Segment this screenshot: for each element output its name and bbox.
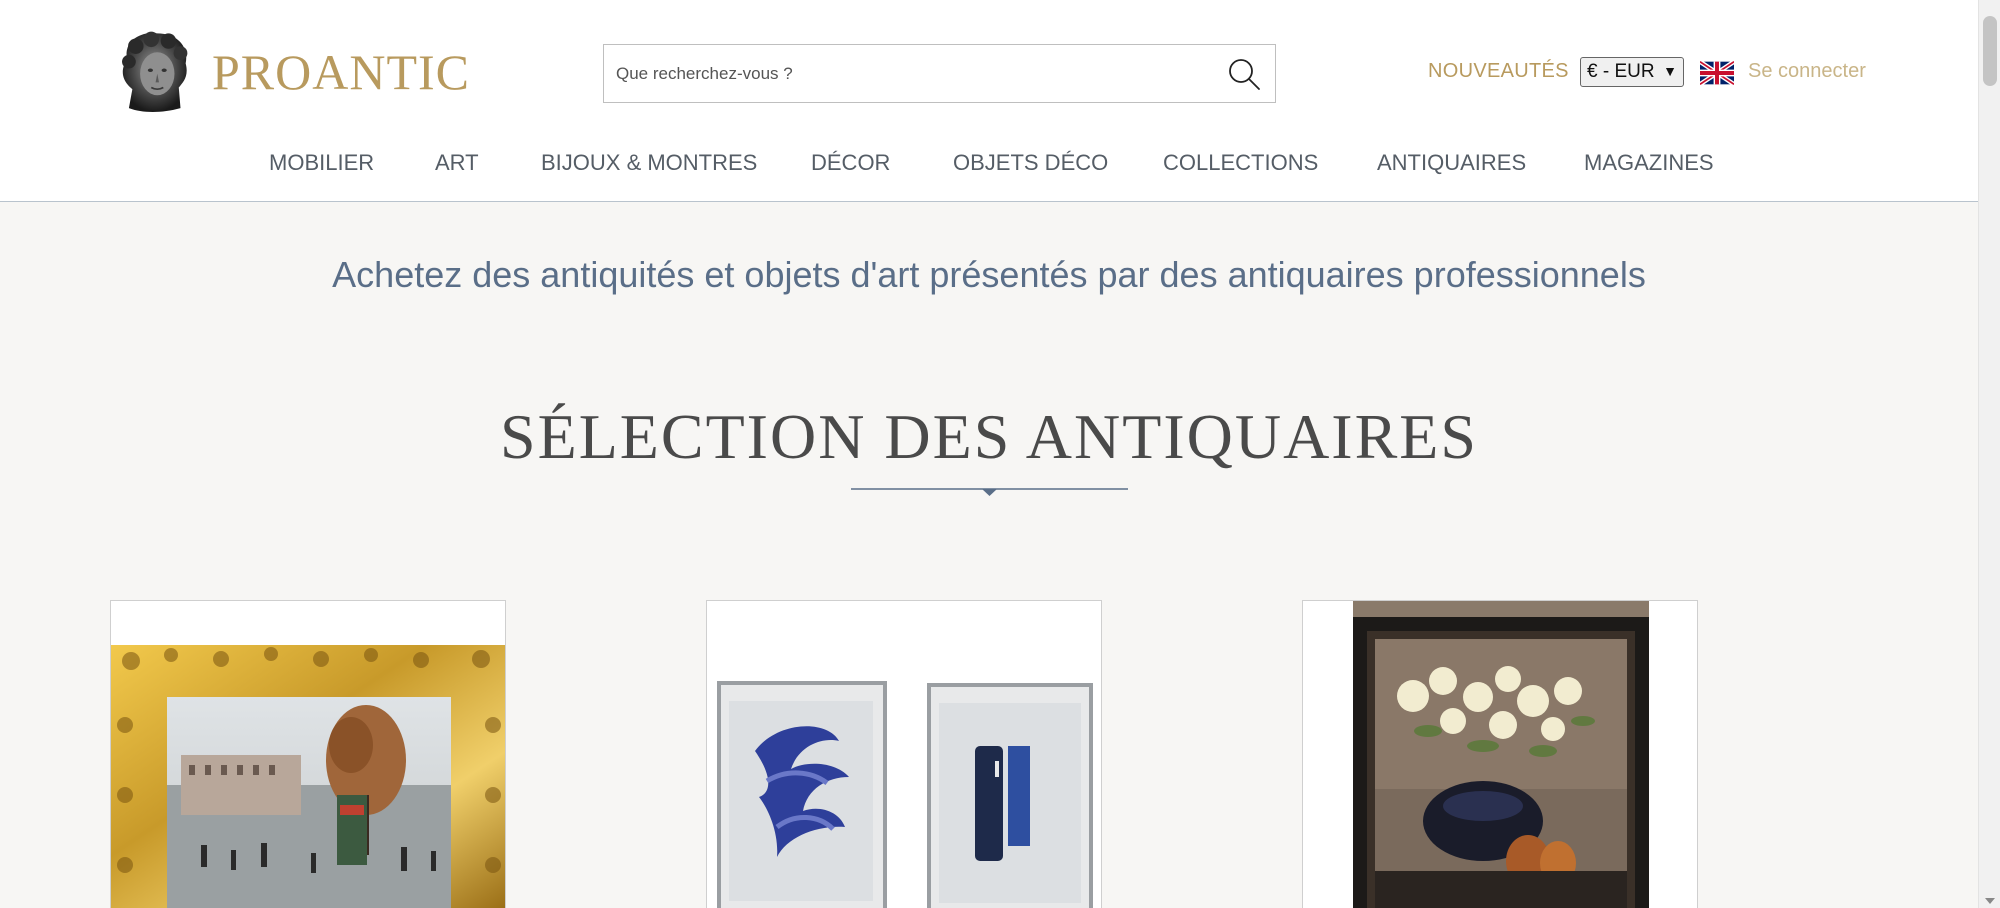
page-scrollbar[interactable]	[1978, 0, 2000, 908]
product-image	[111, 645, 505, 908]
product-image	[1303, 601, 1697, 908]
nav-item-bijoux-montres[interactable]: BIJOUX & MONTRES	[541, 150, 757, 176]
nav-item-art[interactable]: ART	[435, 150, 479, 176]
brand-name: PROANTIC	[211, 44, 470, 100]
nav-item-decor[interactable]: DÉCOR	[811, 150, 890, 176]
tagline: Achetez des antiquités et objets d'art p…	[332, 254, 1646, 295]
nav-item-magazines[interactable]: MAGAZINES	[1584, 150, 1714, 176]
site-logo[interactable]: PROANTIC	[110, 20, 470, 124]
nav-item-mobilier[interactable]: MOBILIER	[269, 150, 374, 176]
search-input[interactable]	[604, 45, 1204, 102]
scroll-down-arrow-icon[interactable]	[1985, 898, 1995, 904]
currency-select[interactable]: € - EUR ▼	[1580, 57, 1684, 87]
product-card[interactable]	[706, 600, 1102, 908]
nouveautes-link[interactable]: NOUVEAUTÉS	[1428, 60, 1569, 83]
nav-item-objets-deco[interactable]: OBJETS DÉCO	[953, 150, 1108, 176]
scrollbar-thumb[interactable]	[1983, 16, 1997, 86]
nav-item-collections[interactable]: COLLECTIONS	[1163, 150, 1318, 176]
main-nav: MOBILIER ART BIJOUX & MONTRES DÉCOR OBJE…	[0, 150, 1978, 182]
product-card[interactable]	[110, 600, 506, 908]
currency-value: € - EUR	[1587, 61, 1655, 82]
title-divider	[851, 488, 1128, 496]
search-bar	[603, 44, 1276, 103]
product-image	[707, 601, 1101, 908]
search-icon[interactable]	[1227, 57, 1261, 91]
product-card[interactable]	[1302, 600, 1698, 908]
bust-logo-icon	[122, 31, 188, 112]
nav-item-antiquaires[interactable]: ANTIQUAIRES	[1377, 150, 1526, 176]
chevron-down-icon: ▼	[1663, 63, 1677, 79]
uk-flag-icon[interactable]	[1700, 60, 1734, 86]
site-header: PROANTIC NOUVEAUTÉS € - EUR ▼ Se connect…	[0, 0, 1978, 202]
login-link[interactable]: Se connecter	[1748, 60, 1866, 83]
section-title: SÉLECTION DES ANTIQUAIRES	[500, 401, 1478, 472]
